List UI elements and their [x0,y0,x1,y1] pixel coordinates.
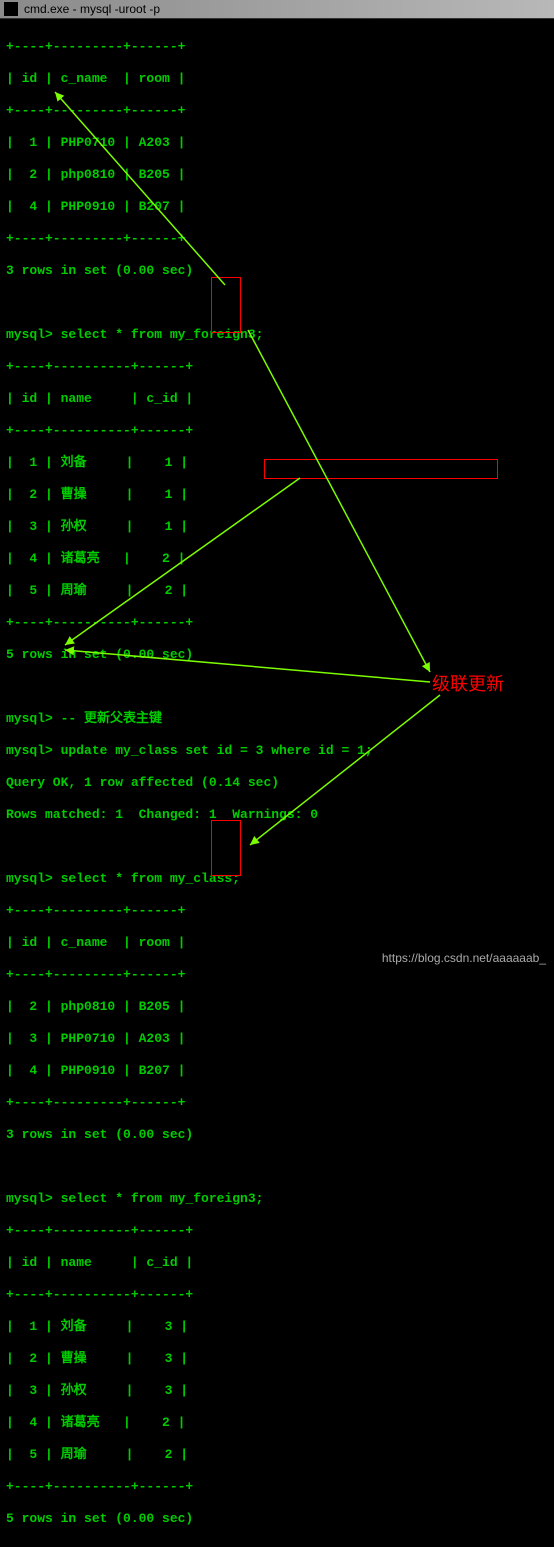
table-row: | 2 | 曹操 | 3 | [6,1351,548,1367]
rows-matched: Rows matched: 1 Changed: 1 Warnings: 0 [6,807,548,823]
table-border: +----+----------+------+ [6,1287,548,1303]
annotation-cascade-update: 级联更新 [432,670,504,696]
table-row: | 4 | 诸葛亮 | 2 | [6,551,548,567]
table-border: +----+----------+------+ [6,359,548,375]
table-row: | 4 | 诸葛亮 | 2 | [6,1415,548,1431]
table-row: | 1 | 刘备 | 3 | [6,1319,548,1335]
table-row: | 2 | php0810 | B205 | [6,999,548,1015]
table-border: +----+---------+------+ [6,1095,548,1111]
table-row: | 3 | 孙权 | 1 | [6,519,548,535]
blank [6,295,548,311]
table-border: +----+---------+------+ [6,103,548,119]
table-row: | 3 | 孙权 | 3 | [6,1383,548,1399]
sql-prompt: mysql> select * from my_foreign3; [6,1191,548,1207]
query-ok: Query OK, 1 row affected (0.14 sec) [6,775,548,791]
window-titlebar[interactable]: cmd.exe - mysql -uroot -p [0,0,554,19]
table-header: | id | name | c_id | [6,391,548,407]
sql-prompt: mysql> select * from my_foreign3; [6,327,548,343]
table-header: | id | c_name | room | [6,935,548,951]
sql-update: mysql> update my_class set id = 3 where … [6,743,548,759]
sql-update-prefix: mysql> update my_class set [6,743,217,758]
table-row: | 2 | 曹操 | 1 | [6,487,548,503]
table-header: | id | c_name | room | [6,71,548,87]
table-border: +----+---------+------+ [6,903,548,919]
rowcount: 3 rows in set (0.00 sec) [6,263,548,279]
table-row: | 4 | PHP0910 | B207 | [6,199,548,215]
cmd-icon [4,2,18,16]
table-row: | 2 | php0810 | B205 | [6,167,548,183]
sql-update-clause: id = 3 where id = 1; [217,743,373,758]
rowcount: 3 rows in set (0.00 sec) [6,1127,548,1143]
table-row: | 5 | 周瑜 | 2 | [6,1447,548,1463]
sql-comment: mysql> -- 更新父表主键 [6,711,548,727]
table-border: +----+---------+------+ [6,39,548,55]
table-border: +----+---------+------+ [6,967,548,983]
blank [6,1159,548,1175]
table-border: +----+----------+------+ [6,1223,548,1239]
table-row: | 5 | 周瑜 | 2 | [6,583,548,599]
table-row: | 1 | PHP0710 | A203 | [6,135,548,151]
table-border: +----+----------+------+ [6,615,548,631]
table-row: | 3 | PHP0710 | A203 | [6,1031,548,1047]
watermark: https://blog.csdn.net/aaaaaab_ [382,951,546,965]
table-border: +----+---------+------+ [6,231,548,247]
table-row: | 1 | 刘备 | 1 | [6,455,548,471]
sql-prompt: mysql> select * from my_class; [6,871,548,887]
rowcount: 5 rows in set (0.00 sec) [6,647,548,663]
terminal-output[interactable]: +----+---------+------+ | id | c_name | … [0,19,554,1547]
window-title: cmd.exe - mysql -uroot -p [24,0,160,18]
table-border: +----+----------+------+ [6,1479,548,1495]
table-header: | id | name | c_id | [6,1255,548,1271]
table-row: | 4 | PHP0910 | B207 | [6,1063,548,1079]
blank [6,839,548,855]
table-border: +----+----------+------+ [6,423,548,439]
rowcount: 5 rows in set (0.00 sec) [6,1511,548,1527]
